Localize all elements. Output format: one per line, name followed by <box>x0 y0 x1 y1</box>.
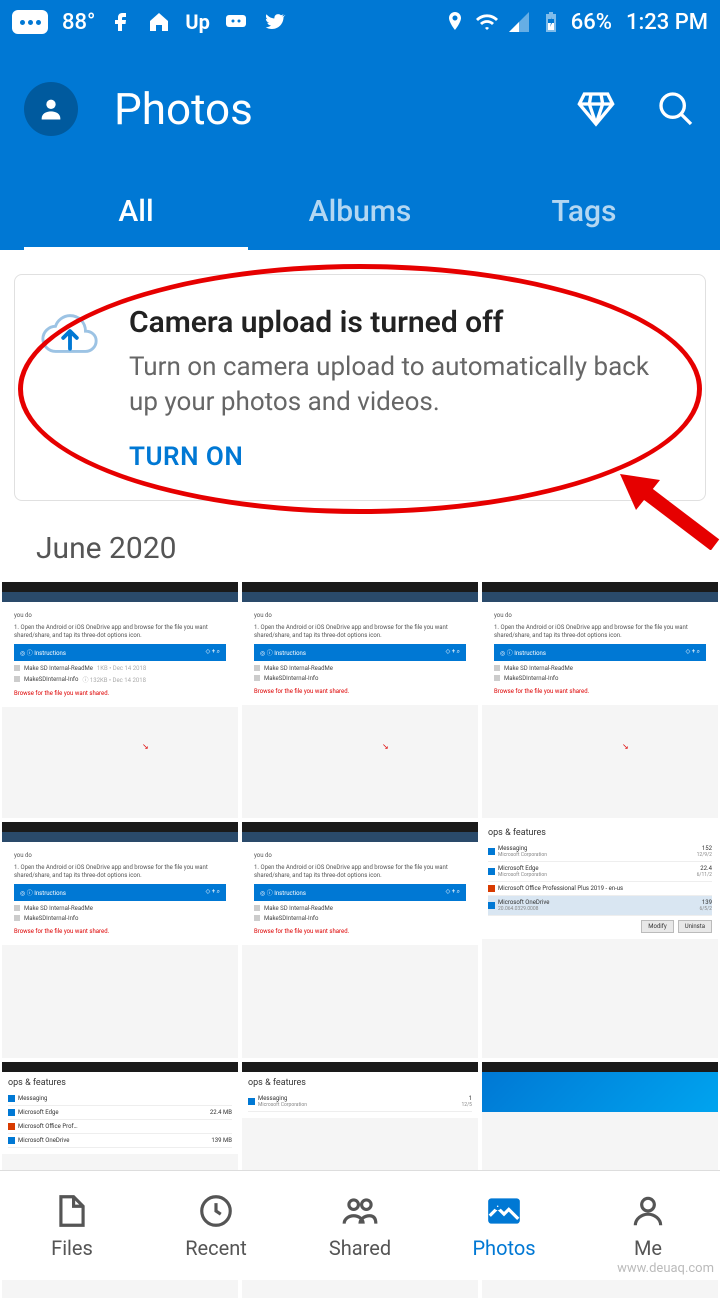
home-icon <box>147 10 171 34</box>
messenger-icon <box>224 10 248 34</box>
nav-photos[interactable]: Photos <box>432 1171 576 1280</box>
photo-thumbnail[interactable]: ops & features MessagingMicrosoft Corpor… <box>482 822 718 1058</box>
tab-tags[interactable]: Tags <box>472 194 696 252</box>
signal-icon <box>507 10 531 34</box>
clock-time: 1:23 PM <box>626 10 708 35</box>
app-header: Photos All Albums Tags <box>0 44 720 250</box>
photos-icon <box>485 1192 523 1230</box>
more-notifications-icon <box>12 10 48 34</box>
nav-files-label: Files <box>51 1236 93 1260</box>
page-title: Photos <box>114 83 540 135</box>
clock-icon <box>197 1192 235 1230</box>
wifi-icon <box>475 10 499 34</box>
upwork-icon: Up <box>185 10 209 34</box>
date-section-label: June 2020 <box>36 531 720 566</box>
battery-percent: 66% <box>571 10 612 35</box>
photo-thumbnail[interactable]: you do 1. Open the Android or iOS OneDri… <box>242 822 478 1058</box>
photo-thumbnail[interactable]: you do 1. Open the Android or iOS OneDri… <box>482 582 718 818</box>
files-icon <box>53 1192 91 1230</box>
nav-shared[interactable]: Shared <box>288 1171 432 1280</box>
me-icon <box>629 1192 667 1230</box>
tab-albums[interactable]: Albums <box>248 194 472 252</box>
location-icon <box>443 10 467 34</box>
nav-me-label: Me <box>634 1236 662 1260</box>
person-icon <box>37 95 65 123</box>
cloud-upload-icon <box>39 309 101 361</box>
photo-thumbnail[interactable]: you do 1. Open the Android or iOS OneDri… <box>2 822 238 1058</box>
battery-icon <box>539 10 563 34</box>
bottom-nav: Files Recent Shared Photos Me <box>0 1170 720 1280</box>
nav-recent-label: Recent <box>185 1236 247 1260</box>
banner-body: Turn on camera upload to automatically b… <box>129 350 681 420</box>
status-bar: 88° Up 66% 1:23 PM <box>0 0 720 44</box>
twitter-icon <box>262 10 286 34</box>
tab-all[interactable]: All <box>24 194 248 252</box>
profile-button[interactable] <box>24 82 78 136</box>
status-left: 88° Up <box>12 10 286 35</box>
search-icon[interactable] <box>656 89 696 129</box>
facebook-icon <box>109 10 133 34</box>
banner-title: Camera upload is turned off <box>129 305 681 340</box>
watermark: www.deuaq.com <box>617 1261 714 1276</box>
temperature: 88° <box>62 10 95 35</box>
people-icon <box>341 1192 379 1230</box>
photo-thumbnail[interactable]: you do 1. Open the Android or iOS OneDri… <box>242 582 478 818</box>
nav-recent[interactable]: Recent <box>144 1171 288 1280</box>
status-right: 66% 1:23 PM <box>443 10 708 35</box>
camera-upload-banner: Camera upload is turned off Turn on came… <box>14 274 706 501</box>
tabs: All Albums Tags <box>24 194 696 252</box>
nav-shared-label: Shared <box>329 1236 391 1260</box>
photo-thumbnail[interactable]: you do 1. Open the Android or iOS OneDri… <box>2 582 238 818</box>
turn-on-button[interactable]: TURN ON <box>129 442 681 472</box>
nav-files[interactable]: Files <box>0 1171 144 1280</box>
nav-photos-label: Photos <box>472 1236 535 1260</box>
diamond-icon[interactable] <box>576 89 616 129</box>
